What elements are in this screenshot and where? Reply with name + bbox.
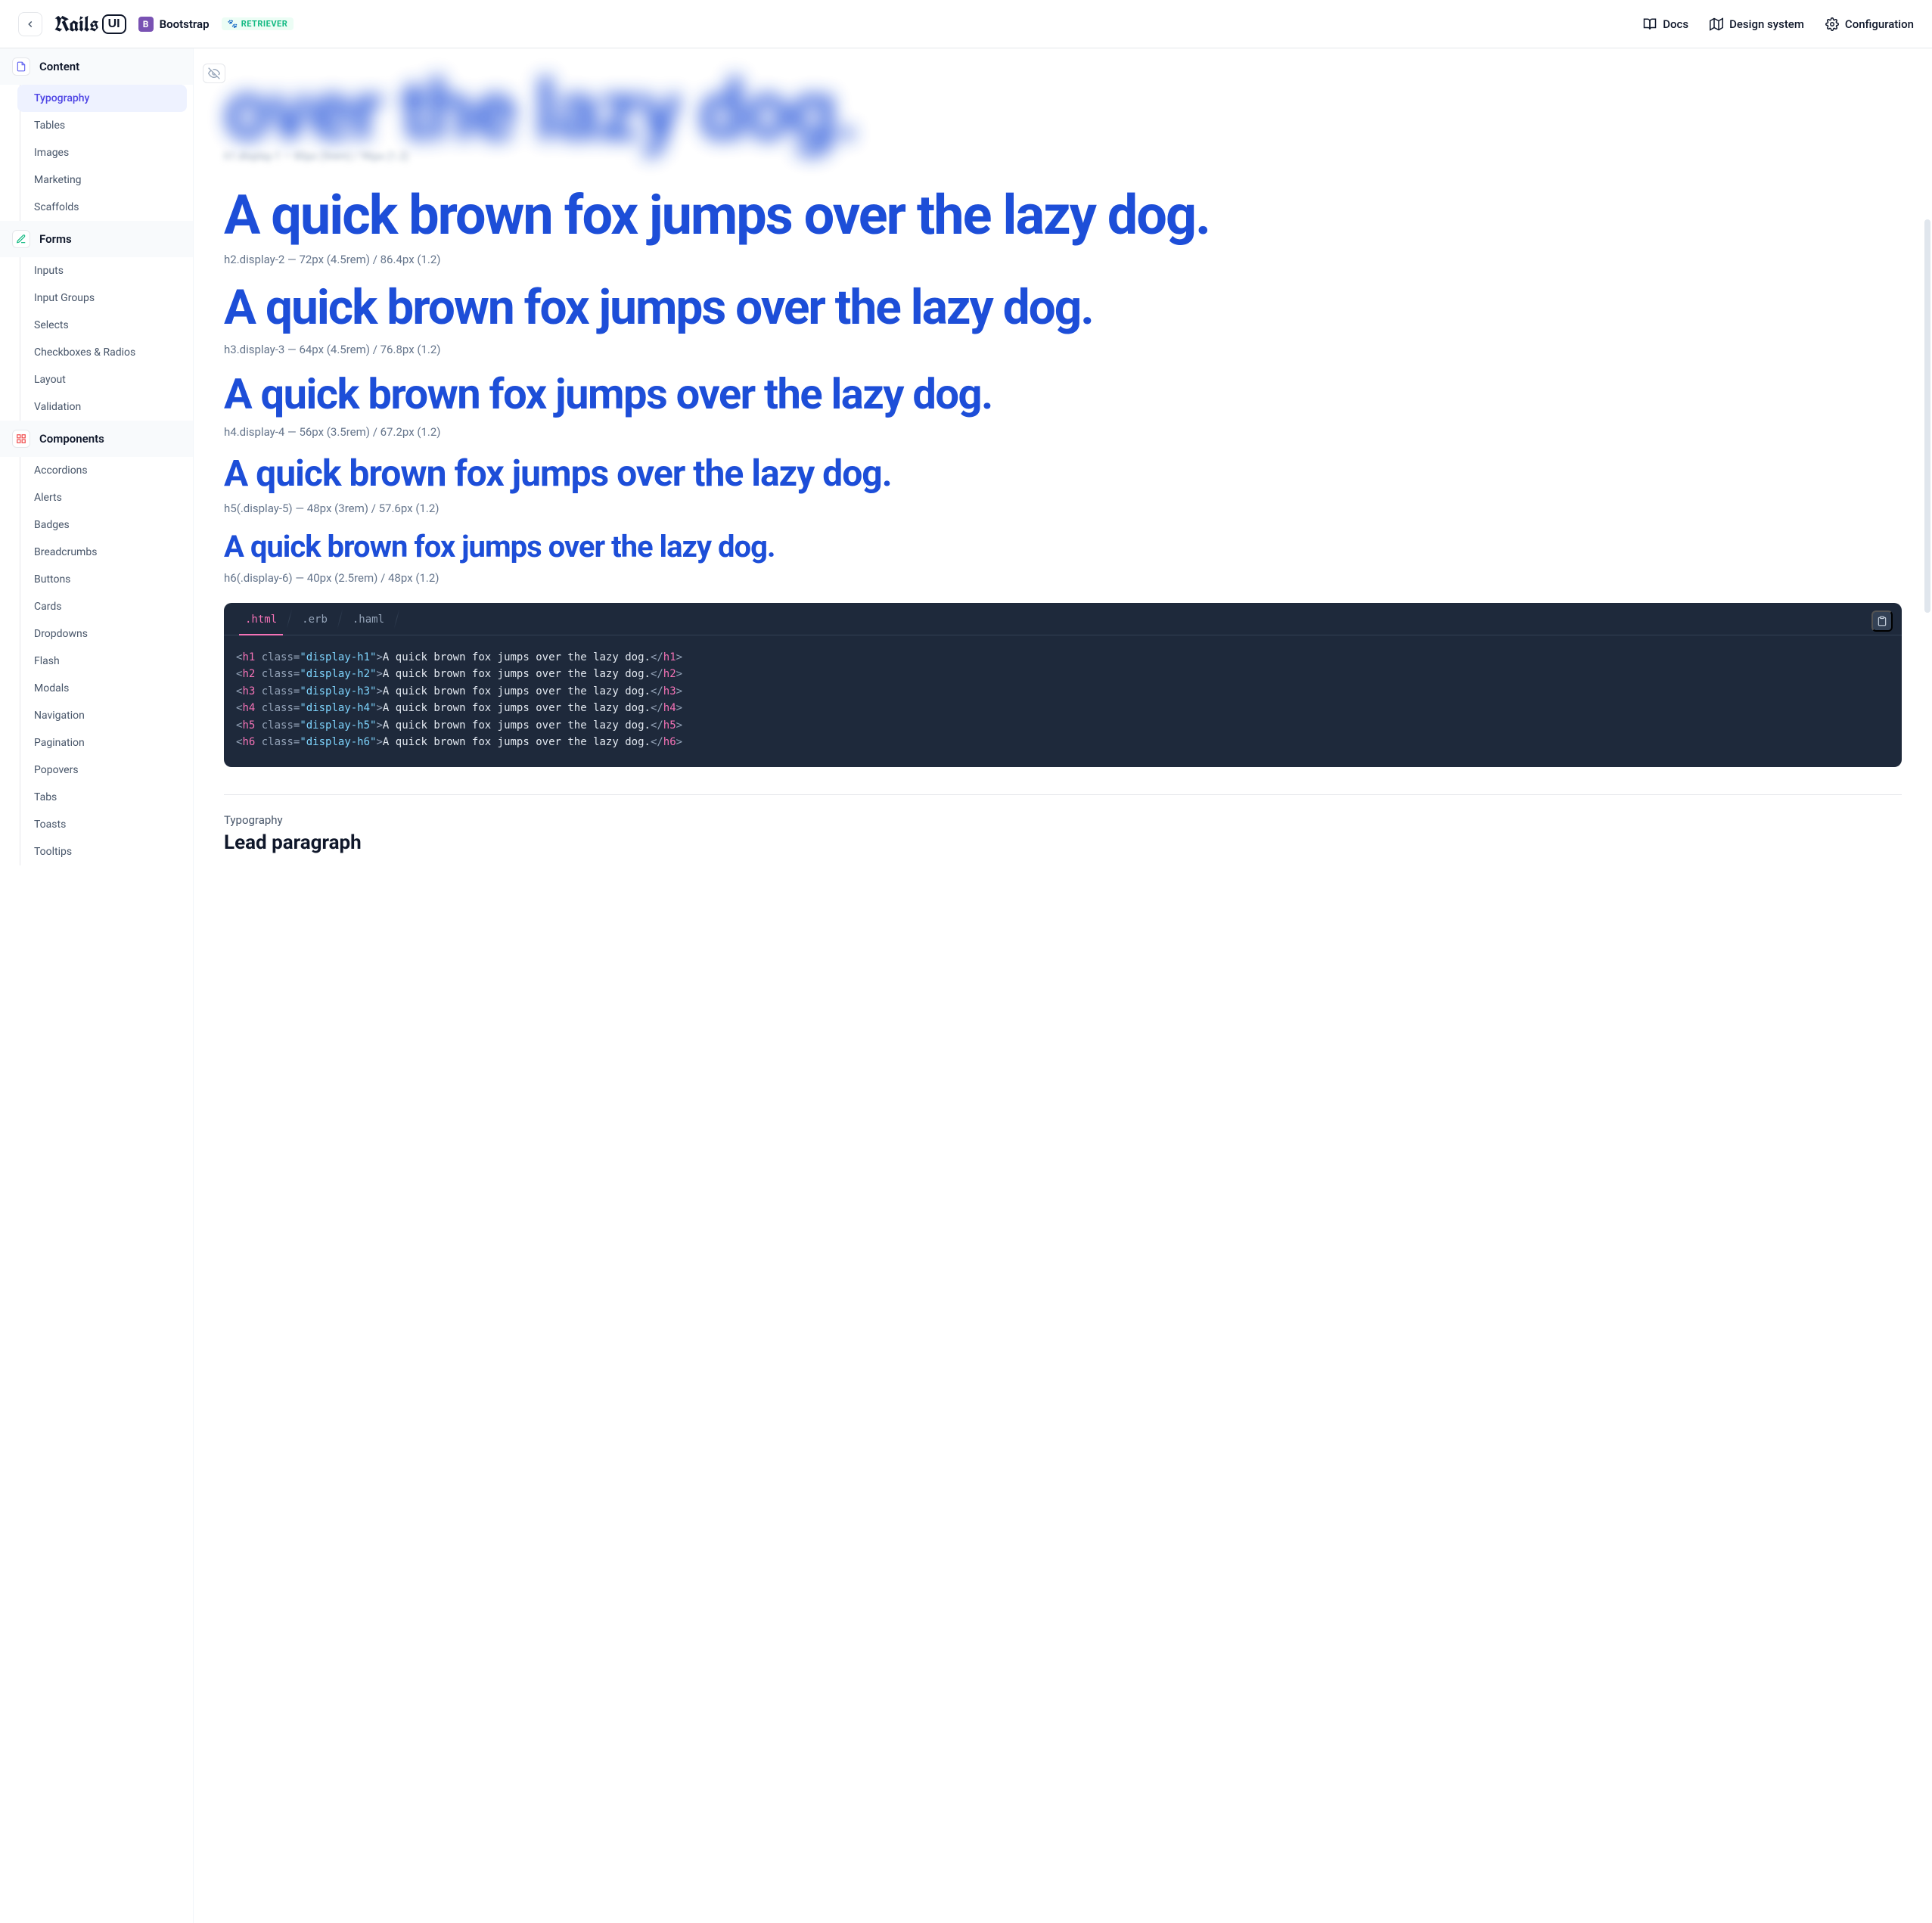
scrollbar[interactable] (1924, 219, 1930, 613)
sidebar-forms-items: Inputs Input Groups Selects Checkboxes &… (20, 257, 193, 421)
content-icon (12, 57, 30, 76)
sidebar-header-label: Forms (39, 232, 72, 246)
header-left: RailsUI B Bootstrap 🐾 RETRIEVER (18, 10, 294, 38)
display-1-caption-blurred: h1.display-1 — 80px (5rem) / 96px (1.2) (224, 151, 1902, 163)
code-tabs: .html .erb .haml (224, 603, 1902, 635)
code-tab-erb[interactable]: .erb (290, 603, 340, 635)
chevron-left-icon (25, 19, 36, 30)
gear-icon (1825, 17, 1839, 31)
theme-label: RETRIEVER (241, 19, 288, 29)
display-5-caption: h5(.display-5) — 48px (3rem) / 57.6px (1… (224, 502, 1902, 515)
toggle-preview-button[interactable] (203, 64, 225, 83)
sidebar-item-layout[interactable]: Layout (20, 366, 187, 393)
display-6-sample: A quick brown fox jumps over the lazy do… (224, 530, 1902, 564)
sidebar-item-marketing[interactable]: Marketing (20, 166, 187, 194)
display-4-caption: h4.display-4 — 56px (3.5rem) / 67.2px (1… (224, 425, 1902, 439)
section-divider (224, 794, 1902, 795)
eye-off-icon (208, 67, 220, 79)
sidebar: Content Typography Tables Images Marketi… (0, 48, 194, 1923)
display-2-caption: h2.display-2 — 72px (4.5rem) / 86.4px (1… (224, 253, 1902, 266)
paw-icon: 🐾 (228, 19, 238, 29)
sidebar-item-popovers[interactable]: Popovers (20, 756, 187, 784)
sidebar-section-components: Components Accordions Alerts Badges Brea… (0, 421, 193, 865)
sidebar-item-input-groups[interactable]: Input Groups (20, 284, 187, 312)
nav-docs-label: Docs (1663, 17, 1688, 31)
sidebar-item-accordions[interactable]: Accordions (20, 457, 187, 484)
sidebar-item-tables[interactable]: Tables (20, 112, 187, 139)
sidebar-item-inputs[interactable]: Inputs (20, 257, 187, 284)
nav-config[interactable]: Configuration (1825, 17, 1914, 31)
display-4-sample: A quick brown fox jumps over the lazy do… (224, 371, 1902, 418)
sidebar-header-content[interactable]: Content (0, 48, 193, 85)
display-1-sample-blurred: over the lazy dog. (224, 62, 1902, 160)
sidebar-item-cards[interactable]: Cards (20, 593, 187, 620)
code-line: <h4 class="display-h4">A quick brown fox… (236, 700, 1890, 716)
section-title: Lead paragraph (224, 831, 1902, 854)
framework-label: Bootstrap (160, 17, 210, 31)
code-block: .html .erb .haml <h1 class="display-h1">… (224, 603, 1902, 767)
nav-design[interactable]: Design system (1710, 17, 1804, 31)
sidebar-item-pagination[interactable]: Pagination (20, 729, 187, 756)
logo-text: Rails (54, 10, 99, 38)
sidebar-header-components[interactable]: Components (0, 421, 193, 457)
bootstrap-icon: B (138, 17, 154, 32)
nav-docs[interactable]: Docs (1643, 17, 1688, 31)
logo[interactable]: RailsUI (54, 10, 126, 38)
main-content: over the lazy dog. h1.display-1 — 80px (… (194, 48, 1932, 1923)
code-line: <h1 class="display-h1">A quick brown fox… (236, 649, 1890, 666)
sidebar-item-navigation[interactable]: Navigation (20, 702, 187, 729)
map-icon (1710, 17, 1723, 31)
sidebar-item-typography[interactable]: Typography (17, 85, 187, 112)
sidebar-header-label: Components (39, 432, 104, 446)
sidebar-item-scaffolds[interactable]: Scaffolds (20, 194, 187, 221)
section-category: Typography (224, 813, 1902, 827)
code-line: <h6 class="display-h6">A quick brown fox… (236, 734, 1890, 750)
header-right: Docs Design system Configuration (1643, 17, 1914, 31)
theme-badge: 🐾 RETRIEVER (222, 17, 294, 30)
sidebar-item-dropdowns[interactable]: Dropdowns (20, 620, 187, 648)
display-3-sample: A quick brown fox jumps over the lazy do… (224, 281, 1902, 334)
sidebar-components-items: Accordions Alerts Badges Breadcrumbs But… (20, 457, 193, 865)
forms-icon (12, 230, 30, 248)
components-icon (12, 430, 30, 448)
sidebar-item-validation[interactable]: Validation (20, 393, 187, 421)
sidebar-item-toasts[interactable]: Toasts (20, 811, 187, 838)
header: RailsUI B Bootstrap 🐾 RETRIEVER Docs Des… (0, 0, 1932, 48)
book-icon (1643, 17, 1657, 31)
layout: Content Typography Tables Images Marketi… (0, 48, 1932, 1923)
sidebar-content-items: Typography Tables Images Marketing Scaff… (20, 85, 193, 221)
nav-config-label: Configuration (1845, 17, 1914, 31)
sidebar-header-forms[interactable]: Forms (0, 221, 193, 257)
display-6-caption: h6(.display-6) — 40px (2.5rem) / 48px (1… (224, 571, 1902, 585)
display-5-sample: A quick brown fox jumps over the lazy do… (224, 454, 1902, 494)
code-line: <h3 class="display-h3">A quick brown fox… (236, 683, 1890, 700)
sidebar-item-checkboxes[interactable]: Checkboxes & Radios (20, 339, 187, 366)
sidebar-item-flash[interactable]: Flash (20, 648, 187, 675)
code-tab-html[interactable]: .html (233, 603, 289, 635)
sidebar-item-badges[interactable]: Badges (20, 511, 187, 539)
sidebar-section-content: Content Typography Tables Images Marketi… (0, 48, 193, 221)
copy-code-button[interactable] (1871, 610, 1893, 632)
code-tab-haml[interactable]: .haml (340, 603, 396, 635)
sidebar-item-alerts[interactable]: Alerts (20, 484, 187, 511)
framework-badge: B Bootstrap (138, 17, 210, 32)
sidebar-item-images[interactable]: Images (20, 139, 187, 166)
sidebar-item-modals[interactable]: Modals (20, 675, 187, 702)
sidebar-item-tabs[interactable]: Tabs (20, 784, 187, 811)
display-3-caption: h3.display-3 — 64px (4.5rem) / 76.8px (1… (224, 343, 1902, 356)
sidebar-section-forms: Forms Inputs Input Groups Selects Checkb… (0, 221, 193, 421)
code-line: <h2 class="display-h2">A quick brown fox… (236, 666, 1890, 682)
sidebar-item-breadcrumbs[interactable]: Breadcrumbs (20, 539, 187, 566)
back-button[interactable] (18, 12, 42, 36)
nav-design-label: Design system (1729, 17, 1804, 31)
sidebar-item-selects[interactable]: Selects (20, 312, 187, 339)
sidebar-item-tooltips[interactable]: Tooltips (20, 838, 187, 865)
clipboard-icon (1877, 616, 1887, 626)
display-2-sample: A quick brown fox jumps over the lazy do… (224, 185, 1902, 245)
code-line: <h5 class="display-h5">A quick brown fox… (236, 717, 1890, 734)
code-body: <h1 class="display-h1">A quick brown fox… (224, 635, 1902, 767)
logo-ui-badge: UI (102, 14, 126, 34)
sidebar-header-label: Content (39, 60, 79, 73)
sidebar-item-buttons[interactable]: Buttons (20, 566, 187, 593)
